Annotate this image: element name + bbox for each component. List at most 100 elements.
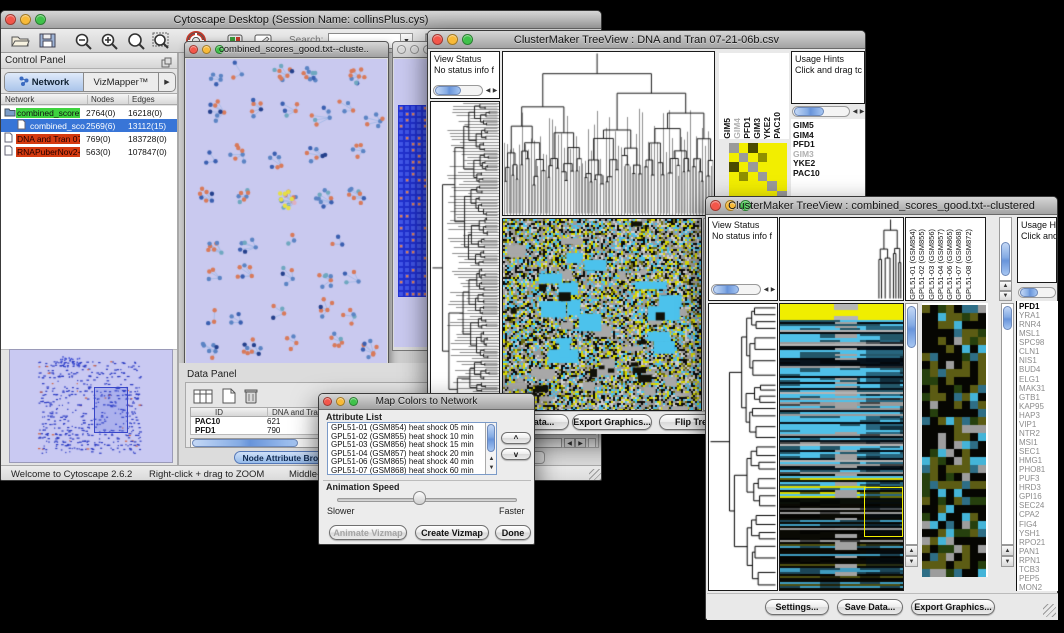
scrollbar-thumb[interactable] bbox=[192, 439, 298, 447]
matrix-cell[interactable] bbox=[758, 162, 768, 172]
scrollbar-thumb[interactable] bbox=[907, 306, 916, 348]
scrollbar-thumb[interactable] bbox=[435, 86, 461, 95]
matrix-cell[interactable] bbox=[777, 143, 787, 153]
scroll-up-button[interactable]: ▲ bbox=[1001, 545, 1014, 556]
matrix-cell[interactable] bbox=[729, 162, 739, 172]
gene-label[interactable]: NTR2 bbox=[1019, 429, 1058, 438]
main-titlebar[interactable]: Cytoscape Desktop (Session Name: collins… bbox=[1, 11, 601, 29]
gene-label[interactable]: PEP5 bbox=[1019, 574, 1058, 583]
scroll-down-button[interactable]: ▼ bbox=[999, 291, 1012, 301]
open-file-icon[interactable] bbox=[7, 31, 33, 51]
attribute-list-item[interactable]: GPL51-06 (GSM865) heat shock 40 min bbox=[331, 458, 496, 467]
zoomed-heatmap-panel[interactable] bbox=[922, 303, 988, 577]
data-col-id[interactable]: ID bbox=[215, 408, 223, 417]
close-button[interactable] bbox=[323, 397, 332, 406]
gene-label[interactable]: FIG4 bbox=[1019, 520, 1058, 529]
heatmap-selection-rect[interactable] bbox=[864, 487, 903, 537]
heatmap-panel[interactable] bbox=[779, 303, 904, 591]
gene-label[interactable]: PHO81 bbox=[1019, 465, 1058, 474]
row-dendrogram-panel[interactable] bbox=[708, 303, 778, 591]
zoom-selected-icon[interactable] bbox=[149, 31, 175, 51]
scroll-up-button[interactable]: ▲ bbox=[905, 545, 918, 556]
scroll-down-button[interactable]: ▼ bbox=[905, 556, 918, 567]
attribute-list-item[interactable]: GPL51-03 (GSM856) heat shock 15 min bbox=[331, 441, 496, 450]
matrix-cell[interactable] bbox=[748, 181, 758, 191]
matrix-cell[interactable] bbox=[739, 181, 749, 191]
matrix-cell[interactable] bbox=[739, 153, 749, 163]
column-dendrogram-panel[interactable] bbox=[502, 51, 715, 216]
settings-button[interactable]: Settings... bbox=[765, 599, 829, 615]
export-graphics-button[interactable]: Export Graphics... bbox=[911, 599, 995, 615]
window-resize-grip[interactable] bbox=[589, 469, 602, 481]
attribute-list-item[interactable]: GPL51-04 (GSM857) heat shock 20 min bbox=[331, 450, 496, 459]
zoom-in-icon[interactable] bbox=[97, 31, 123, 51]
gene-label[interactable]: VIP1 bbox=[1019, 420, 1058, 429]
network-overview-canvas[interactable] bbox=[10, 350, 172, 462]
network-canvas[interactable] bbox=[186, 59, 387, 379]
gene-label[interactable]: MSL1 bbox=[1019, 329, 1058, 338]
network-tree-row[interactable]: RNAPuberNov2+|563(0)107847(0) bbox=[1, 145, 177, 158]
gene-label[interactable]: PAN1 bbox=[1019, 547, 1058, 556]
usage-hints-hscrollbar[interactable] bbox=[1018, 287, 1056, 298]
scroll-right-button[interactable]: ▶ bbox=[769, 285, 777, 294]
scroll-right-button[interactable]: ▶ bbox=[858, 107, 866, 116]
view-status-hscrollbar[interactable] bbox=[433, 85, 483, 96]
matrix-cell[interactable] bbox=[767, 143, 777, 153]
similarity-matrix[interactable] bbox=[729, 143, 787, 201]
gene-label[interactable]: GTB1 bbox=[1019, 393, 1058, 402]
network-tree-row[interactable]: combined_scores2764(0)16218(0) bbox=[1, 106, 177, 119]
matrix-cell[interactable] bbox=[729, 153, 739, 163]
zoomed-heatmap-vscrollbar[interactable] bbox=[1001, 303, 1014, 545]
zoom-fit-icon[interactable] bbox=[123, 31, 149, 51]
close-button[interactable] bbox=[432, 34, 443, 45]
matrix-cell[interactable] bbox=[748, 153, 758, 163]
matrix-cell[interactable] bbox=[777, 162, 787, 172]
heatmap-vscrollbar[interactable] bbox=[905, 303, 918, 545]
matrix-cell[interactable] bbox=[767, 153, 777, 163]
matrix-cell[interactable] bbox=[758, 143, 768, 153]
scroll-up-button[interactable]: ▲ bbox=[999, 281, 1012, 291]
scrollbar-thumb[interactable] bbox=[794, 107, 824, 116]
scroll-right-button[interactable]: ▶ bbox=[575, 438, 586, 448]
attribute-list-item[interactable]: GPL51-01 (GSM854) heat shock 05 min bbox=[331, 424, 496, 433]
column-labels-vscrollbar[interactable] bbox=[999, 217, 1012, 281]
minimize-button[interactable] bbox=[202, 45, 211, 54]
close-button[interactable] bbox=[189, 45, 198, 54]
gene-label[interactable]: YRA1 bbox=[1019, 311, 1058, 320]
matrix-cell[interactable] bbox=[758, 153, 768, 163]
scrollbar-thumb[interactable] bbox=[1001, 242, 1010, 276]
attribute-list-vscrollbar[interactable]: ▲ ▼ bbox=[485, 423, 496, 474]
animate-vizmap-button[interactable]: Animate Vizmap bbox=[329, 525, 407, 540]
move-attribute-down-button[interactable]: v bbox=[501, 448, 531, 460]
scrollbar-thumb[interactable] bbox=[1003, 306, 1012, 330]
gene-label[interactable]: HMG1 bbox=[1019, 456, 1058, 465]
dense-network-block[interactable] bbox=[398, 105, 426, 297]
save-data-button[interactable]: Save Data... bbox=[837, 599, 903, 615]
matrix-cell[interactable] bbox=[739, 162, 749, 172]
scroll-left-button[interactable]: ◀ bbox=[564, 438, 575, 448]
tab-network[interactable]: Network bbox=[5, 73, 84, 91]
gene-label[interactable]: GPI16 bbox=[1019, 492, 1058, 501]
zoom-out-icon[interactable] bbox=[71, 31, 97, 51]
attribute-list-item[interactable]: GPL51-07 (GSM868) heat shock 60 min bbox=[331, 467, 496, 475]
matrix-cell[interactable] bbox=[767, 162, 777, 172]
heatmap-panel[interactable] bbox=[502, 218, 702, 411]
gene-label[interactable]: KAP95 bbox=[1019, 402, 1058, 411]
gene-list[interactable]: PFD1YRA1RNR4MSL1SPC98CLN1NIS1BUD4ELG1MAK… bbox=[1016, 301, 1058, 591]
network-tree-row[interactable]: DNA and Tran 07769(0)183728(0) bbox=[1, 132, 177, 145]
gene-label[interactable]: RPO21 bbox=[1019, 538, 1058, 547]
usage-hints-hscrollbar[interactable] bbox=[792, 106, 850, 117]
trash-icon[interactable] bbox=[238, 386, 264, 406]
tab-overflow-button[interactable]: ▶ bbox=[158, 73, 175, 91]
move-attribute-up-button[interactable]: ^ bbox=[501, 432, 531, 444]
network-overview-panel[interactable] bbox=[9, 349, 173, 463]
matrix-cell[interactable] bbox=[777, 172, 787, 182]
matrix-cell[interactable] bbox=[767, 172, 777, 182]
export-graphics-button[interactable]: Export Graphics... bbox=[572, 414, 652, 430]
matrix-cell[interactable] bbox=[767, 181, 777, 191]
scroll-right-button[interactable]: ▶ bbox=[491, 86, 499, 95]
network-view-titlebar[interactable]: combined_scores_good.txt--cluste... bbox=[185, 42, 388, 58]
close-button[interactable] bbox=[5, 14, 16, 25]
save-icon[interactable] bbox=[35, 31, 61, 51]
scroll-up-button[interactable]: ▲ bbox=[487, 454, 496, 463]
